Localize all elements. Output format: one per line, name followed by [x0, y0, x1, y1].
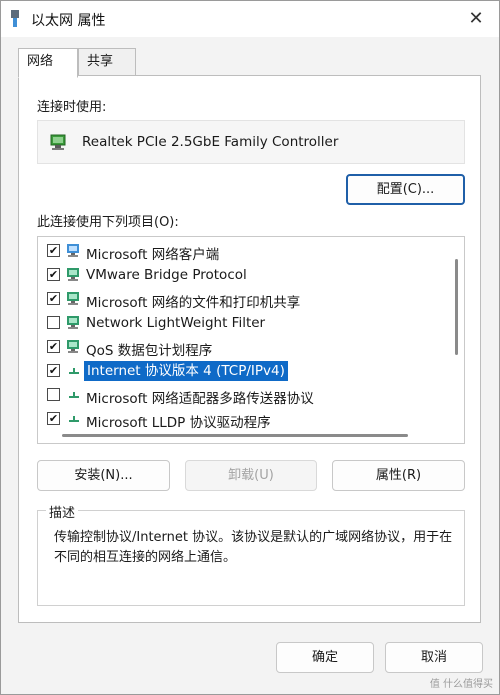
network-adapter-icon [50, 134, 66, 150]
adapter-name: Realtek PCIe 2.5GbE Family Controller [82, 134, 339, 150]
list-item[interactable]: ✔ VMware Bridge Protocol [38, 263, 448, 287]
network-tab-panel: 连接时使用: Realtek PCIe 2.5GbE Family Contro… [18, 75, 481, 623]
item-label: Internet 协议版本 4 (TCP/IPv4) [84, 361, 288, 381]
description-title: 描述 [46, 502, 79, 521]
list-item[interactable]: Microsoft 网络适配器多路传送器协议 [38, 383, 448, 407]
list-item[interactable]: Network LightWeight Filter [38, 311, 448, 335]
adapter-box: Realtek PCIe 2.5GbE Family Controller [37, 120, 465, 164]
network-service-icon [67, 268, 79, 281]
item-label: QoS 数据包计划程序 [86, 343, 213, 359]
close-icon[interactable]: ✕ [463, 7, 489, 31]
items-list[interactable]: ✔ Microsoft 网络客户端 ✔ VMware Bridge Protoc… [37, 236, 465, 444]
item-checkbox[interactable]: ✔ [47, 268, 60, 281]
window-title: 以太网 属性 [31, 13, 106, 29]
list-item[interactable]: ✔ QoS 数据包计划程序 [38, 335, 448, 359]
item-label: VMware Bridge Protocol [86, 267, 247, 283]
cancel-button[interactable]: 取消 [385, 642, 483, 673]
tab-sharing[interactable]: 共享 [78, 48, 136, 76]
items-label: 此连接使用下列项目(O): [37, 215, 179, 230]
horizontal-scrollbar[interactable] [62, 434, 408, 437]
item-label: Microsoft LLDP 协议驱动程序 [86, 415, 271, 431]
title-bar[interactable]: 以太网 属性 ✕ [1, 1, 499, 37]
item-label: Microsoft 网络适配器多路传送器协议 [86, 391, 314, 407]
list-item[interactable]: ✔ Microsoft LLDP 协议驱动程序 [38, 407, 448, 431]
network-service-icon [67, 292, 79, 305]
connect-using-label: 连接时使用: [37, 100, 107, 115]
item-checkbox[interactable]: ✔ [47, 244, 60, 257]
vertical-scrollbar[interactable] [455, 259, 458, 355]
install-button[interactable]: 安装(N)... [37, 460, 170, 491]
item-label: Microsoft 网络客户端 [86, 247, 220, 263]
ethernet-plug-icon [11, 10, 19, 27]
item-label: Network LightWeight Filter [86, 315, 266, 331]
uninstall-button[interactable]: 卸载(U) [185, 460, 317, 491]
ok-button[interactable]: 确定 [276, 642, 374, 673]
list-item[interactable]: ✔ Microsoft 网络客户端 [38, 239, 448, 263]
item-checkbox[interactable]: ✔ [47, 292, 60, 305]
description-text: 传输控制协议/Internet 协议。该协议是默认的广域网络协议，用于在不同的相… [54, 530, 453, 565]
protocol-icon [69, 416, 79, 422]
item-checkbox[interactable]: ✔ [47, 412, 60, 425]
properties-dialog: 以太网 属性 ✕ 网络 共享 连接时使用: Realtek PCIe 2.5Gb… [0, 0, 500, 695]
protocol-icon [69, 392, 79, 398]
properties-button[interactable]: 属性(R) [332, 460, 465, 491]
protocol-icon [69, 368, 79, 374]
description-group: 描述 传输控制协议/Internet 协议。该协议是默认的广域网络协议，用于在不… [37, 502, 465, 606]
item-checkbox[interactable]: ✔ [47, 364, 60, 377]
list-item[interactable]: ✔ Microsoft 网络的文件和打印机共享 [38, 287, 448, 311]
network-service-icon [67, 340, 79, 353]
network-client-icon [67, 244, 79, 257]
network-service-icon [67, 316, 79, 329]
watermark: 值 什么值得买 [429, 679, 493, 690]
item-checkbox[interactable]: ✔ [47, 340, 60, 353]
item-checkbox[interactable] [47, 388, 60, 401]
item-label: Microsoft 网络的文件和打印机共享 [86, 295, 301, 311]
tab-network[interactable]: 网络 [18, 48, 78, 78]
configure-button[interactable]: 配置(C)... [346, 174, 465, 205]
list-item-selected[interactable]: ✔ Internet 协议版本 4 (TCP/IPv4) [38, 359, 448, 383]
item-checkbox[interactable] [47, 316, 60, 329]
